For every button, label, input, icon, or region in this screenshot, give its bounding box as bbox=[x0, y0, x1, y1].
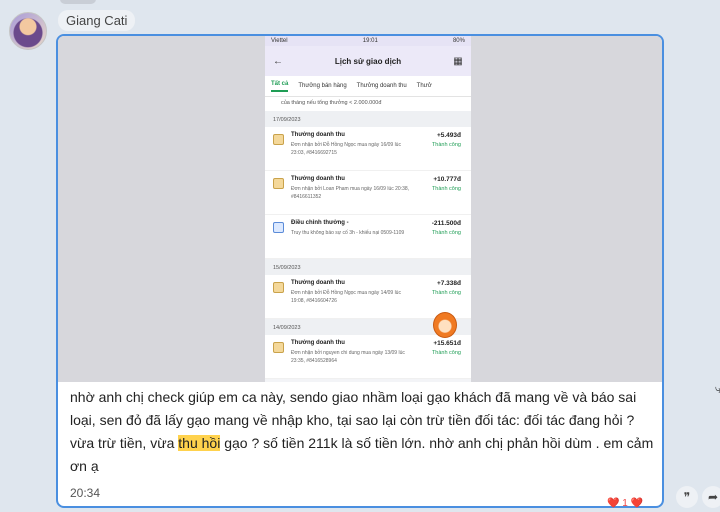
previous-message-edge bbox=[60, 0, 96, 4]
adjust-icon bbox=[273, 222, 284, 233]
transaction-title: Thưởng doanh thu bbox=[291, 280, 345, 286]
transaction-title: Thưởng doanh thu bbox=[291, 340, 345, 346]
transaction-row: Thưởng doanh thu Đơn nhận bởi Đỗ Hồng Ngọ… bbox=[265, 127, 471, 171]
transaction-row: Thưởng doanh thu Đơn nhận bởi Loan Pham m… bbox=[265, 171, 471, 215]
assistant-robot-icon bbox=[433, 312, 457, 338]
avatar[interactable] bbox=[9, 12, 47, 50]
phone-status-bar: Viettel 19:01 80% bbox=[265, 36, 471, 46]
date-header: 17/09/2023 bbox=[265, 111, 471, 127]
transaction-amount: -211.500đ bbox=[431, 220, 461, 227]
phone-note: của tháng nếu tổng thưởng < 2.000.000đ bbox=[265, 97, 471, 111]
transaction-title: Thưởng doanh thu bbox=[291, 132, 345, 138]
message-text: nhờ anh chị check giúp em ca này, sendo … bbox=[70, 386, 654, 478]
transaction-desc: Đơn nhận bởi Đỗ Hồng Ngọc mua ngày 14/09… bbox=[291, 290, 401, 304]
transaction-row: Thưởng doanh thu Đơn nhận bởi nguyen chi … bbox=[265, 335, 471, 379]
tab-revenue-reward: Thưởng doanh thu bbox=[356, 83, 407, 89]
transaction-status: Thành công bbox=[431, 186, 461, 192]
transaction-status: Thành công bbox=[431, 230, 461, 236]
status-carrier: Viettel bbox=[271, 38, 288, 44]
transaction-desc: Đơn nhận bởi nguyen chi dung mua ngày 13… bbox=[291, 350, 405, 364]
highlighted-text: thu hồi bbox=[178, 435, 221, 451]
phone-screen: Viettel 19:01 80% ← Lịch sử giao dịch ▦ … bbox=[265, 36, 471, 382]
status-battery: 80% bbox=[452, 38, 465, 44]
quote-icon[interactable]: ❞ bbox=[676, 486, 698, 508]
phone-title: Lịch sử giao dịch bbox=[334, 56, 402, 66]
transaction-amount: +10.777đ bbox=[433, 176, 461, 183]
mouse-cursor-icon: ⤷ bbox=[715, 382, 720, 396]
transaction-desc: Đơn nhận bởi Đỗ Hồng Ngọc mua ngày 16/09… bbox=[291, 142, 401, 156]
transaction-status: Thành công bbox=[431, 350, 461, 356]
transaction-row: Điều chỉnh thưởng - Truy thu không báo sự… bbox=[265, 215, 471, 259]
transaction-list: 17/09/2023 Thưởng doanh thu Đơn nhận bởi Đ… bbox=[265, 111, 471, 379]
transaction-amount: +5.493đ bbox=[436, 132, 461, 139]
message-time: 20:34 bbox=[70, 486, 101, 500]
reward-icon bbox=[273, 282, 284, 293]
phone-header: ← Lịch sử giao dịch ▦ bbox=[265, 46, 471, 76]
transaction-desc: Đơn nhận bởi Loan Pham mua ngày 16/09 lú… bbox=[291, 186, 410, 200]
transaction-title: Thưởng doanh thu bbox=[291, 176, 345, 182]
tab-sales-reward: Thưởng bán hàng bbox=[298, 83, 347, 89]
transaction-title: Điều chỉnh thưởng - bbox=[291, 220, 349, 226]
message-bubble[interactable]: Viettel 19:01 80% ← Lịch sử giao dịch ▦ … bbox=[56, 34, 664, 508]
date-header: 15/09/2023 bbox=[265, 259, 471, 275]
transaction-desc: Truy thu không báo sự cố 3h - khiếu nại … bbox=[291, 230, 405, 236]
phone-tabs: Tất cả Thưởng bán hàng Thưởng doanh thu … bbox=[265, 76, 471, 97]
back-arrow-icon: ← bbox=[273, 55, 283, 67]
reward-icon bbox=[273, 342, 284, 353]
transaction-amount: +15.651đ bbox=[433, 340, 461, 347]
reward-icon bbox=[273, 178, 284, 189]
sender-name[interactable]: Giang Cati bbox=[58, 10, 136, 31]
transaction-status: Thành công bbox=[431, 142, 461, 148]
reward-icon bbox=[273, 134, 284, 145]
tab-all: Tất cả bbox=[271, 81, 289, 92]
status-time: 19:01 bbox=[362, 38, 378, 44]
reactions[interactable]: ❤️ 1 ❤️ bbox=[607, 498, 643, 509]
tab-more: Thưở bbox=[416, 83, 432, 89]
calendar-icon: ▦ bbox=[453, 55, 463, 67]
screenshot-attachment[interactable]: Viettel 19:01 80% ← Lịch sử giao dịch ▦ … bbox=[58, 36, 662, 382]
transaction-amount: +7.338đ bbox=[436, 280, 461, 287]
share-icon[interactable]: ➦ bbox=[702, 486, 720, 508]
transaction-status: Thành công bbox=[431, 290, 461, 296]
